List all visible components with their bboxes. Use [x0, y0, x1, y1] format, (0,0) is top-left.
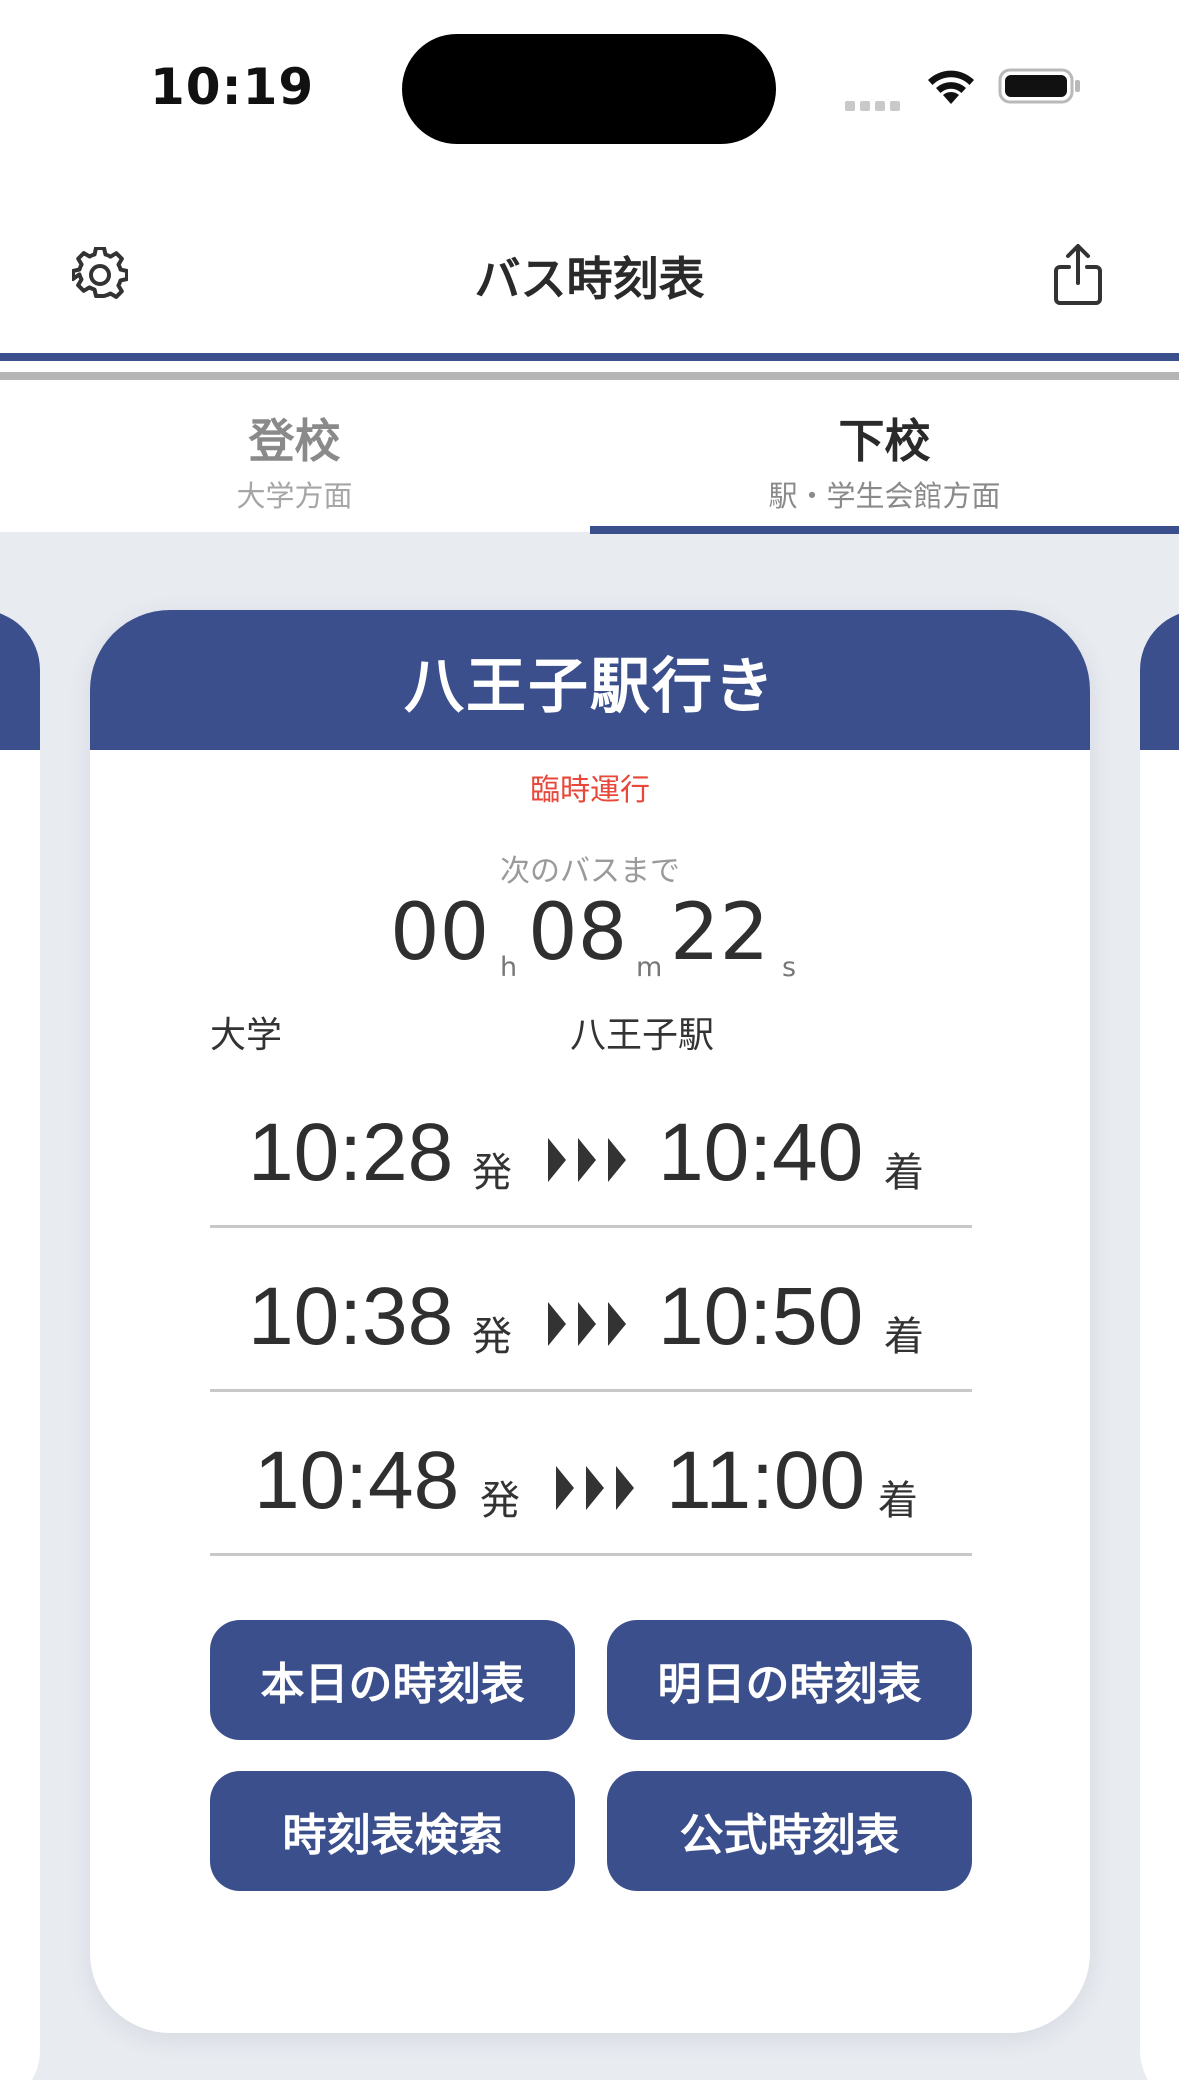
departure-mark: 発: [472, 1150, 512, 1196]
tab-from-school[interactable]: 下校 駅・学生会館方面: [590, 380, 1179, 532]
page-title: バス時刻表: [474, 252, 705, 306]
cellular-signal-icon: [845, 96, 905, 111]
tomorrow-timetable-button[interactable]: 明日の時刻表: [607, 1620, 972, 1740]
countdown-hours: 00: [390, 888, 490, 978]
status-time: 10:19: [150, 58, 315, 116]
origin-stop-label: 大学: [210, 1015, 283, 1056]
timetable-search-button[interactable]: 時刻表検索: [210, 1771, 575, 1891]
special-service-notice: 臨時運行: [530, 773, 650, 808]
departure-mark: 発: [480, 1478, 520, 1524]
countdown-label: 次のバスまで: [500, 854, 680, 889]
dynamic-island: [402, 34, 776, 144]
route-card-header: 八王子駅行き: [90, 610, 1090, 750]
direction-tabs: 登校 大学方面 下校 駅・学生会館方面: [0, 380, 1179, 534]
departure-mark: 発: [472, 1314, 512, 1360]
route-destination-title: 八王子駅行き: [404, 652, 776, 722]
today-timetable-button[interactable]: 本日の時刻表: [210, 1620, 575, 1740]
arrival-mark: 着: [884, 1314, 924, 1360]
tab-title: 登校: [248, 414, 341, 468]
tab-title: 下校: [838, 414, 931, 468]
previous-route-card[interactable]: [0, 610, 40, 2080]
countdown-timer: 00 h 08 m 22 s: [390, 888, 810, 988]
official-timetable-button[interactable]: 公式時刻表: [607, 1771, 972, 1891]
status-bar: 10:19: [0, 0, 1179, 175]
route-card: 八王子駅行き 臨時運行 次のバスまで 00 h 08 m 22 s 大学 八王子…: [90, 610, 1090, 2033]
countdown-seconds-unit: s: [782, 952, 797, 983]
header-divider-gray: [0, 372, 1179, 380]
countdown-minutes: 08: [528, 888, 628, 978]
countdown-seconds: 22: [670, 888, 770, 978]
arrival-mark: 着: [884, 1150, 924, 1196]
tab-to-school[interactable]: 登校 大学方面: [0, 380, 589, 532]
next-route-card[interactable]: [1140, 610, 1179, 2080]
triple-arrow-icon: [556, 1466, 634, 1510]
arrival-mark: 着: [878, 1478, 918, 1524]
departure-time: 10:38: [248, 1271, 454, 1362]
header-divider-blue: [0, 353, 1179, 361]
header-divider-gap: [0, 361, 1179, 372]
departure-time: 10:48: [254, 1435, 460, 1526]
navigation-bar: バス時刻表: [0, 175, 1179, 353]
departure-row: 10:28 発 10:40 着: [210, 1064, 972, 1228]
arrival-time: 11:00: [666, 1435, 866, 1526]
arrival-time: 10:40: [658, 1107, 864, 1198]
wifi-icon: [928, 70, 974, 104]
selected-tab-indicator: [590, 526, 1179, 534]
share-icon[interactable]: [1050, 243, 1106, 307]
countdown-minutes-unit: m: [636, 952, 663, 983]
departure-row: 10:38 発 10:50 着: [210, 1228, 972, 1392]
battery-icon: [998, 68, 1080, 104]
destination-stop-label: 八王子駅: [570, 1015, 715, 1056]
tab-subtitle: 大学方面: [236, 479, 353, 513]
triple-arrow-icon: [548, 1138, 626, 1182]
countdown-hours-unit: h: [500, 952, 518, 983]
triple-arrow-icon: [548, 1302, 626, 1346]
departure-row: 10:48 発 11:00 着: [210, 1392, 972, 1556]
departure-time: 10:28: [248, 1107, 454, 1198]
arrival-time: 10:50: [658, 1271, 864, 1362]
tab-subtitle: 駅・学生会館方面: [768, 479, 1001, 513]
